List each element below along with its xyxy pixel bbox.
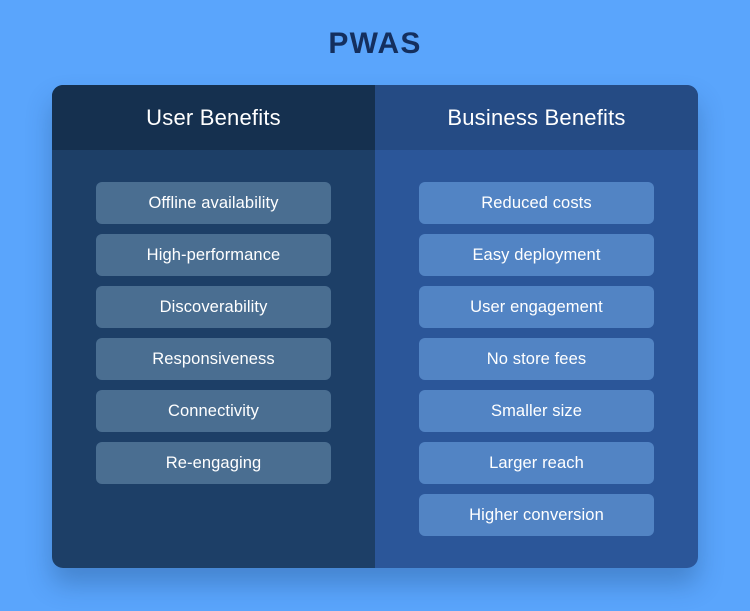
benefit-pill-business[interactable]: Reduced costs — [419, 182, 654, 224]
benefit-pill-user[interactable]: Re-engaging — [96, 442, 331, 484]
pill-list-user-benefits: Offline availability High-performance Disc… — [52, 150, 375, 568]
page-title: PWAS — [328, 27, 422, 60]
benefit-pill-business[interactable]: Easy deployment — [419, 234, 654, 276]
benefit-pill-user[interactable]: Offline availability — [96, 182, 331, 224]
column-business-benefits: Business Benefits Reduced costs Easy depl… — [375, 85, 698, 568]
benefit-pill-business[interactable]: User engagement — [419, 286, 654, 328]
benefit-pill-business[interactable]: No store fees — [419, 338, 654, 380]
column-header-business-benefits: Business Benefits — [375, 85, 698, 150]
benefit-pill-user[interactable]: Discoverability — [96, 286, 331, 328]
pill-list-business-benefits: Reduced costs Easy deployment User engagem… — [375, 150, 698, 568]
benefit-pill-business[interactable]: Higher conversion — [419, 494, 654, 536]
benefit-pill-user[interactable]: Responsiveness — [96, 338, 331, 380]
column-header-user-benefits: User Benefits — [52, 85, 375, 150]
benefit-pill-business[interactable]: Smaller size — [419, 390, 654, 432]
column-user-benefits: User Benefits Offline availability High-p… — [52, 85, 375, 568]
benefit-pill-user[interactable]: High-performance — [96, 234, 331, 276]
infographic-canvas: PWAS User Benefits Offline availability H… — [0, 0, 750, 611]
benefits-card: User Benefits Offline availability High-p… — [52, 85, 698, 568]
benefit-pill-business[interactable]: Larger reach — [419, 442, 654, 484]
benefit-pill-user[interactable]: Connectivity — [96, 390, 331, 432]
